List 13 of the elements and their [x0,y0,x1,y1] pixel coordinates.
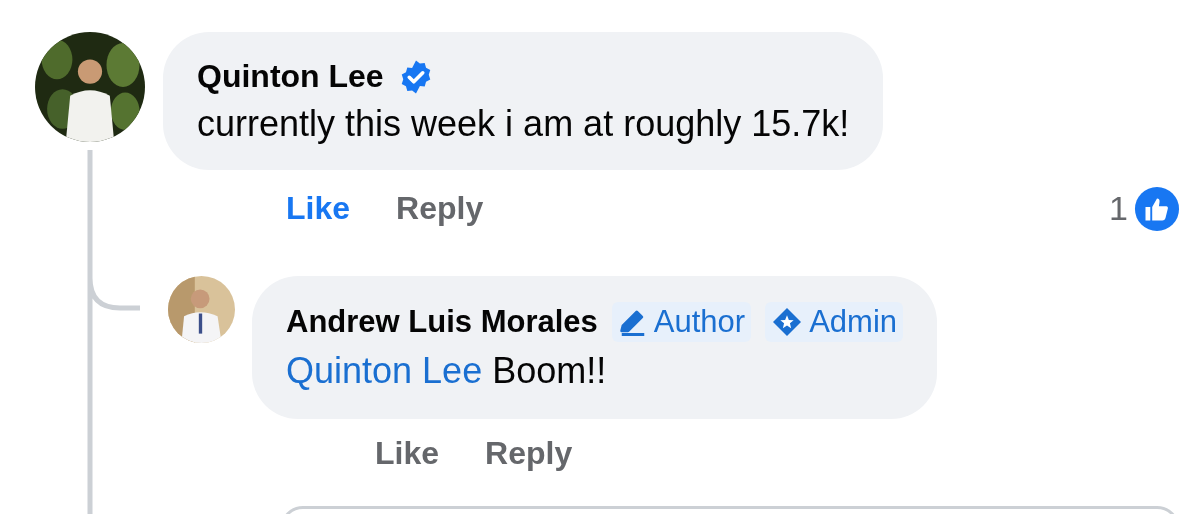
reaction-count: 1 [1109,189,1128,229]
thumbs-up-icon[interactable] [1134,185,1180,232]
comment-text: currently this week i am at roughly 15.7k! [197,102,850,146]
reply-link[interactable]: Reply [485,434,573,472]
author-name: Andrew Luis Morales [286,303,598,340]
author-name: Quinton Lee [197,58,384,95]
reply-link[interactable]: Reply [396,190,484,228]
like-link[interactable]: Like [286,190,351,228]
like-link[interactable]: Like [375,434,440,472]
reply-text: Quinton Lee Boom!! [286,348,608,393]
admin-badge: Admin [765,301,903,342]
star-diamond-icon [771,305,804,338]
author-badge: Author [611,301,752,342]
